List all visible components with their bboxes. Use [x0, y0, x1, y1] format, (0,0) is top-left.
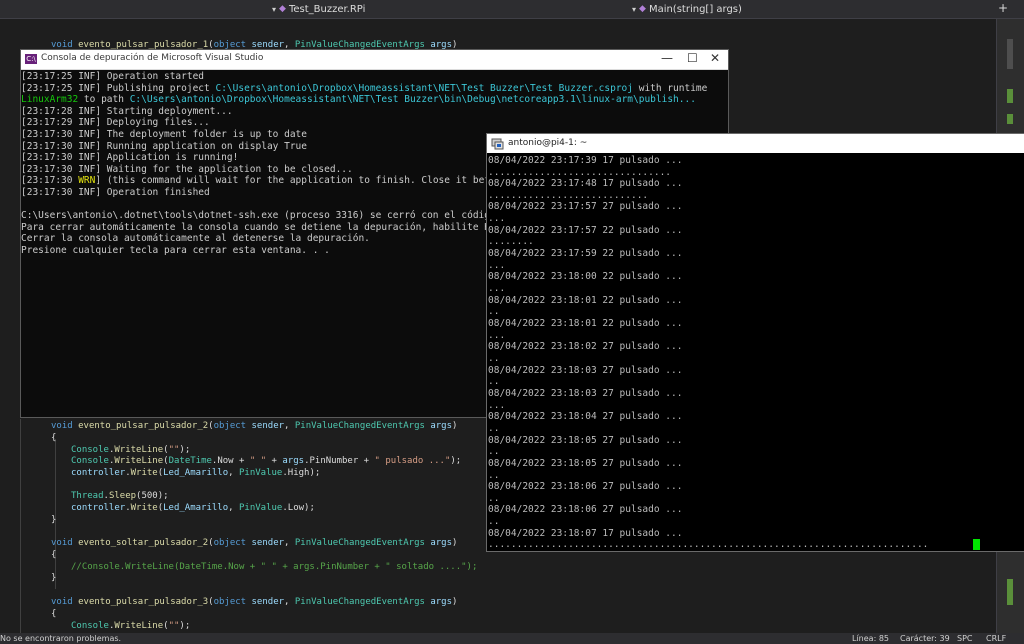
- terminal-line: ........................................…: [488, 539, 929, 550]
- terminal-line: 08/04/2022 23:18:01 22 pulsado ...: [488, 318, 683, 329]
- char-indicator: Carácter: 39: [900, 634, 950, 643]
- code-line: controller.Write(Led_Amarillo, PinValue.…: [71, 468, 321, 478]
- code-line: controller.Write(Led_Amarillo, PinValue.…: [71, 503, 315, 513]
- terminal-line: 08/04/2022 23:18:03 27 pulsado ...: [488, 388, 683, 399]
- console-line: [23:17:30 INF] Application is running!: [21, 152, 239, 163]
- terminal-line: 08/04/2022 23:18:06 27 pulsado ...: [488, 481, 683, 492]
- code-line: Console.WriteLine("");: [71, 621, 191, 631]
- terminal-line: 08/04/2022 23:18:04 27 pulsado ...: [488, 411, 683, 422]
- add-button[interactable]: +: [998, 1, 1008, 15]
- terminal-line: 08/04/2022 23:18:00 22 pulsado ...: [488, 271, 683, 282]
- terminal-line: 08/04/2022 23:18:03 27 pulsado ...: [488, 365, 683, 376]
- window-title: Consola de depuración de Microsoft Visua…: [41, 53, 264, 63]
- console-line: [23:17:30 INF] Operation finished: [21, 187, 210, 198]
- minimize-button[interactable]: —: [661, 51, 673, 65]
- code-line: {: [51, 550, 57, 560]
- console-line: [23:17:30 INF] Running application on di…: [21, 141, 307, 152]
- terminal-line: 08/04/2022 23:17:59 22 pulsado ...: [488, 248, 683, 259]
- code-line: Console.WriteLine(DateTime.Now + " " + a…: [71, 456, 462, 466]
- console-line: LinuxArm32 to path C:\Users\antonio\Drop…: [21, 94, 696, 105]
- console-line: [23:17:29 INF] Deploying files...: [21, 117, 210, 128]
- console-line: [23:17:25 INF] Publishing project C:\Use…: [21, 83, 708, 94]
- member-selector[interactable]: ▾ ◆ Main(string[] args): [632, 2, 742, 16]
- terminal-line: ...: [488, 283, 506, 294]
- ssh-terminal-window[interactable]: antonio@pi4-1: ~ 08/04/2022 23:17:39 17 …: [486, 133, 1024, 552]
- project-label: Test_Buzzer.RPi: [288, 3, 366, 15]
- chevron-down-icon: ▾: [272, 4, 277, 14]
- code-region: void evento_pulsar_pulsador_2(object sen…: [0, 420, 486, 633]
- maximize-button[interactable]: ☐: [687, 51, 698, 65]
- console-line: [23:17:30 WRN] (this command will wait f…: [21, 175, 508, 186]
- console-line: Cerrar la consola automáticamente al det…: [21, 233, 370, 244]
- console-icon: C:\: [25, 54, 37, 64]
- code-line: }: [51, 515, 57, 525]
- window-title: antonio@pi4-1: ~: [508, 138, 588, 148]
- console-line: [23:17:30 INF] The deployment folder is …: [21, 129, 307, 140]
- method-icon: ◆: [639, 4, 646, 14]
- code-line: //Console.WriteLine(DateTime.Now + " " +…: [71, 562, 478, 572]
- code-line: void evento_pulsar_pulsador_2(object sen…: [51, 421, 458, 431]
- terminal-line: 08/04/2022 23:17:57 27 pulsado ...: [488, 201, 683, 212]
- spc-indicator: SPC: [957, 634, 973, 643]
- code-line: {: [51, 433, 57, 443]
- terminal-line: 08/04/2022 23:18:02 27 pulsado ...: [488, 341, 683, 352]
- terminal-line: ..: [488, 353, 500, 364]
- console-line: C:\Users\antonio\.dotnet\tools\dotnet-ss…: [21, 210, 513, 221]
- terminal-line: 08/04/2022 23:18:05 27 pulsado ...: [488, 435, 683, 446]
- code-line: }: [51, 573, 57, 583]
- terminal-line: ..: [488, 423, 500, 434]
- terminal-line: 08/04/2022 23:18:05 27 pulsado ...: [488, 458, 683, 469]
- console-line: [23:17:25 INF] Operation started: [21, 71, 205, 82]
- code-line: void evento_pulsar_pulsador_3(object sen…: [51, 597, 458, 607]
- line-indicator: Línea: 85: [852, 634, 889, 643]
- status-bar: No se encontraron problemas. Línea: 85 C…: [0, 633, 1024, 644]
- terminal-line: ..: [488, 376, 500, 387]
- terminal-line: ...: [488, 213, 506, 224]
- code-line: Console.WriteLine("");: [71, 445, 191, 455]
- problems-status[interactable]: No se encontraron problemas.: [0, 634, 121, 643]
- change-marker: [1007, 114, 1013, 124]
- terminal-line: ..: [488, 306, 500, 317]
- console-line: Presione cualquier tecla para cerrar est…: [21, 245, 330, 256]
- window-titlebar[interactable]: C:\ Consola de depuración de Microsoft V…: [21, 50, 728, 70]
- window-titlebar[interactable]: antonio@pi4-1: ~: [487, 134, 1024, 153]
- close-button[interactable]: ✕: [710, 51, 720, 65]
- terminal-output[interactable]: 08/04/2022 23:17:39 17 pulsado ... .....…: [487, 154, 1024, 550]
- code-line: {: [51, 609, 57, 619]
- change-marker: [1007, 89, 1013, 103]
- terminal-line: ..: [488, 516, 500, 527]
- crlf-indicator[interactable]: CRLF: [986, 634, 1006, 643]
- project-selector[interactable]: ▾ ◆ Test_Buzzer.RPi: [272, 2, 365, 16]
- putty-icon: [491, 138, 504, 150]
- terminal-cursor: [973, 539, 980, 550]
- terminal-line: ........: [488, 236, 534, 247]
- code-line: Thread.Sleep(500);: [71, 491, 169, 501]
- terminal-line: ..: [488, 446, 500, 457]
- change-marker: [1007, 579, 1013, 605]
- console-line: [23:17:28 INF] Starting deployment...: [21, 106, 233, 117]
- code-line: void evento_soltar_pulsador_2(object sen…: [51, 538, 458, 548]
- terminal-line: 08/04/2022 23:18:06 27 pulsado ...: [488, 504, 683, 515]
- navigation-bar: ▾ ◆ Test_Buzzer.RPi ▾ ◆ Main(string[] ar…: [0, 0, 1024, 19]
- terminal-line: 08/04/2022 23:17:39 17 pulsado ...: [488, 155, 683, 166]
- scroll-thumb[interactable]: [1007, 39, 1013, 69]
- class-icon: ◆: [279, 4, 286, 14]
- terminal-line: 08/04/2022 23:18:01 22 pulsado ...: [488, 295, 683, 306]
- terminal-line: 08/04/2022 23:17:48 17 pulsado ...: [488, 178, 683, 189]
- member-label: Main(string[] args): [648, 3, 742, 15]
- console-line: [23:17:30 INF] Waiting for the applicati…: [21, 164, 353, 175]
- chevron-down-icon: ▾: [632, 4, 637, 14]
